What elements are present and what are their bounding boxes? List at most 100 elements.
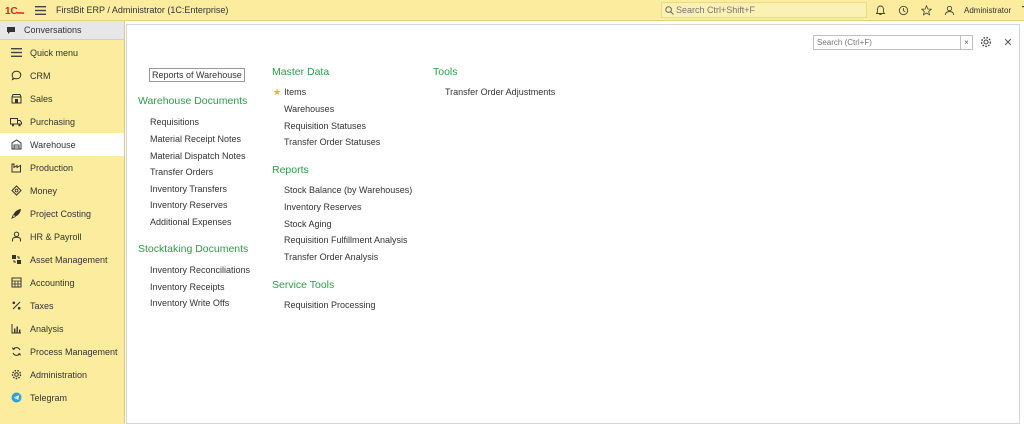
- menu-icon[interactable]: [34, 0, 46, 21]
- close-button[interactable]: ✕: [1002, 36, 1014, 49]
- link-transfer-order-statuses[interactable]: Transfer Order Statuses: [284, 137, 380, 147]
- top-bar: 1C FirstBit ERP / Administrator (1C:Ente…: [0, 0, 1024, 21]
- link-requisition-fulfillment-analysis[interactable]: Requisition Fulfillment Analysis: [284, 235, 408, 245]
- gear-icon: [9, 368, 23, 382]
- sidebar-item-label: Process Management: [30, 346, 118, 357]
- sidebar-item-administration[interactable]: Administration: [0, 363, 124, 386]
- global-search-input[interactable]: [676, 5, 856, 15]
- link-inventory-reserves[interactable]: Inventory Reserves: [150, 200, 228, 210]
- person-icon: [9, 230, 23, 244]
- sidebar-item-purchasing[interactable]: Purchasing: [0, 110, 124, 133]
- sidebar-item-label: Money: [30, 185, 58, 196]
- sidebar-item-asset-management[interactable]: Asset Management: [0, 248, 124, 271]
- reports-of-warehouse-link[interactable]: Reports of Warehouse: [149, 68, 245, 82]
- cycle-icon: [9, 345, 23, 359]
- link-requisition-statuses[interactable]: Requisition Statuses: [284, 121, 366, 131]
- sidebar-item-label: Analysis: [30, 323, 64, 334]
- warehouse-icon: [9, 138, 23, 152]
- link-stock-aging[interactable]: Stock Aging: [284, 219, 332, 229]
- link-inventory-receipts[interactable]: Inventory Receipts: [150, 282, 225, 292]
- link-warehouses[interactable]: Warehouses: [284, 104, 334, 114]
- group-title-warehouse-documents: Warehouse Documents: [138, 95, 248, 107]
- sidebar-item-sales[interactable]: Sales: [0, 87, 124, 110]
- history-icon[interactable]: [895, 0, 911, 21]
- percent-icon: [9, 299, 23, 313]
- sidebar-item-label: HR & Payroll: [30, 231, 82, 242]
- telegram-icon: [9, 391, 23, 405]
- sidebar-item-analysis[interactable]: Analysis: [0, 317, 124, 340]
- sidebar-item-warehouse[interactable]: Warehouse: [0, 133, 124, 156]
- panel-search[interactable]: ×: [813, 35, 973, 50]
- group-title-stocktaking-documents: Stocktaking Documents: [138, 243, 249, 255]
- chat-bubble-icon: [6, 26, 18, 35]
- link-inventory-write-offs[interactable]: Inventory Write Offs: [150, 298, 229, 308]
- sidebar-item-telegram[interactable]: Telegram: [0, 386, 124, 409]
- link-requisitions[interactable]: Requisitions: [150, 117, 199, 127]
- 1c-logo-icon[interactable]: 1C: [4, 0, 26, 21]
- sidebar-item-accounting[interactable]: Accounting: [0, 271, 124, 294]
- sidebar-item-crm[interactable]: CRM: [0, 64, 124, 87]
- link-transfer-order-analysis[interactable]: Transfer Order Analysis: [284, 252, 378, 262]
- top-toolbar: Administrator: [872, 0, 1024, 21]
- bar-chart-icon: [9, 322, 23, 336]
- sidebar-item-label: CRM: [30, 70, 51, 81]
- link-transfer-order-adjustments[interactable]: Transfer Order Adjustments: [445, 87, 555, 97]
- gear-icon[interactable]: [980, 36, 993, 49]
- sidebar-item-project-costing[interactable]: Project Costing: [0, 202, 124, 225]
- sidebar-item-hr-payroll[interactable]: HR & Payroll: [0, 225, 124, 248]
- sidebar-item-label: Taxes: [30, 300, 54, 311]
- link-items-label: Items: [284, 87, 307, 97]
- panel-search-input[interactable]: [814, 38, 960, 47]
- bell-icon[interactable]: [872, 0, 888, 21]
- sidebar-item-label: Quick menu: [30, 47, 79, 58]
- group-title-tools: Tools: [433, 66, 458, 78]
- rocket-icon: [9, 207, 23, 221]
- link-inventory-transfers[interactable]: Inventory Transfers: [150, 184, 227, 194]
- link-additional-expenses[interactable]: Additional Expenses: [150, 217, 232, 227]
- link-inventory-reserves-report[interactable]: Inventory Reserves: [284, 202, 362, 212]
- sidebar-item-label: Purchasing: [30, 116, 76, 127]
- sidebar-item-label: Project Costing: [30, 208, 92, 219]
- sidebar-item-label: Sales: [30, 93, 53, 104]
- favorite-star-icon: ★: [273, 87, 282, 97]
- group-title-reports: Reports: [272, 164, 309, 176]
- group-title-service-tools: Service Tools: [272, 279, 335, 291]
- conversations-tab[interactable]: Conversations: [0, 21, 124, 40]
- link-transfer-orders[interactable]: Transfer Orders: [150, 167, 213, 177]
- sidebar-item-label: Asset Management: [30, 254, 108, 265]
- factory-icon: [9, 161, 23, 175]
- sidebar-item-production[interactable]: Production: [0, 156, 124, 179]
- link-stock-balance[interactable]: Stock Balance (by Warehouses): [284, 185, 412, 195]
- sidebar-item-process-management[interactable]: Process Management: [0, 340, 124, 363]
- svg-text:1C: 1C: [5, 6, 18, 15]
- shop-icon: [9, 92, 23, 106]
- warehouse-panel: × ✕ Reports of Warehouse Warehouse Docum…: [126, 24, 1020, 424]
- sidebar-item-label: Accounting: [30, 277, 75, 288]
- star-icon[interactable]: [918, 0, 934, 21]
- app-title: FirstBit ERP / Administrator (1C:Enterpr…: [56, 5, 229, 15]
- global-search[interactable]: [661, 2, 867, 18]
- link-inventory-reconciliations[interactable]: Inventory Reconciliations: [150, 265, 250, 275]
- sidebar-item-label: Administration: [30, 369, 88, 380]
- sidebar-item-money[interactable]: Money: [0, 179, 124, 202]
- sidebar-item-taxes[interactable]: Taxes: [0, 294, 124, 317]
- link-requisition-processing[interactable]: Requisition Processing: [284, 300, 376, 310]
- clear-search-button[interactable]: ×: [960, 36, 972, 49]
- truck-icon: [9, 115, 23, 129]
- conversations-label: Conversations: [24, 25, 82, 35]
- user-icon[interactable]: [941, 0, 957, 21]
- link-material-receipt-notes[interactable]: Material Receipt Notes: [150, 134, 241, 144]
- asset-icon: [9, 253, 23, 267]
- calculator-icon: [9, 276, 23, 290]
- link-material-dispatch-notes[interactable]: Material Dispatch Notes: [150, 151, 246, 161]
- menu-icon: [9, 46, 23, 60]
- money-icon: [9, 184, 23, 198]
- user-name[interactable]: Administrator: [964, 6, 1011, 15]
- group-title-master-data: Master Data: [272, 66, 330, 78]
- sidebar-item-label: Telegram: [30, 392, 68, 403]
- search-icon: [662, 5, 676, 15]
- sidebar: Conversations Quick menu CRM Sales Purchasi…: [0, 21, 125, 424]
- link-items[interactable]: ★ Items: [273, 87, 306, 98]
- settings-lines-icon[interactable]: [1019, 0, 1024, 21]
- sidebar-item-quick-menu[interactable]: Quick menu: [0, 41, 124, 64]
